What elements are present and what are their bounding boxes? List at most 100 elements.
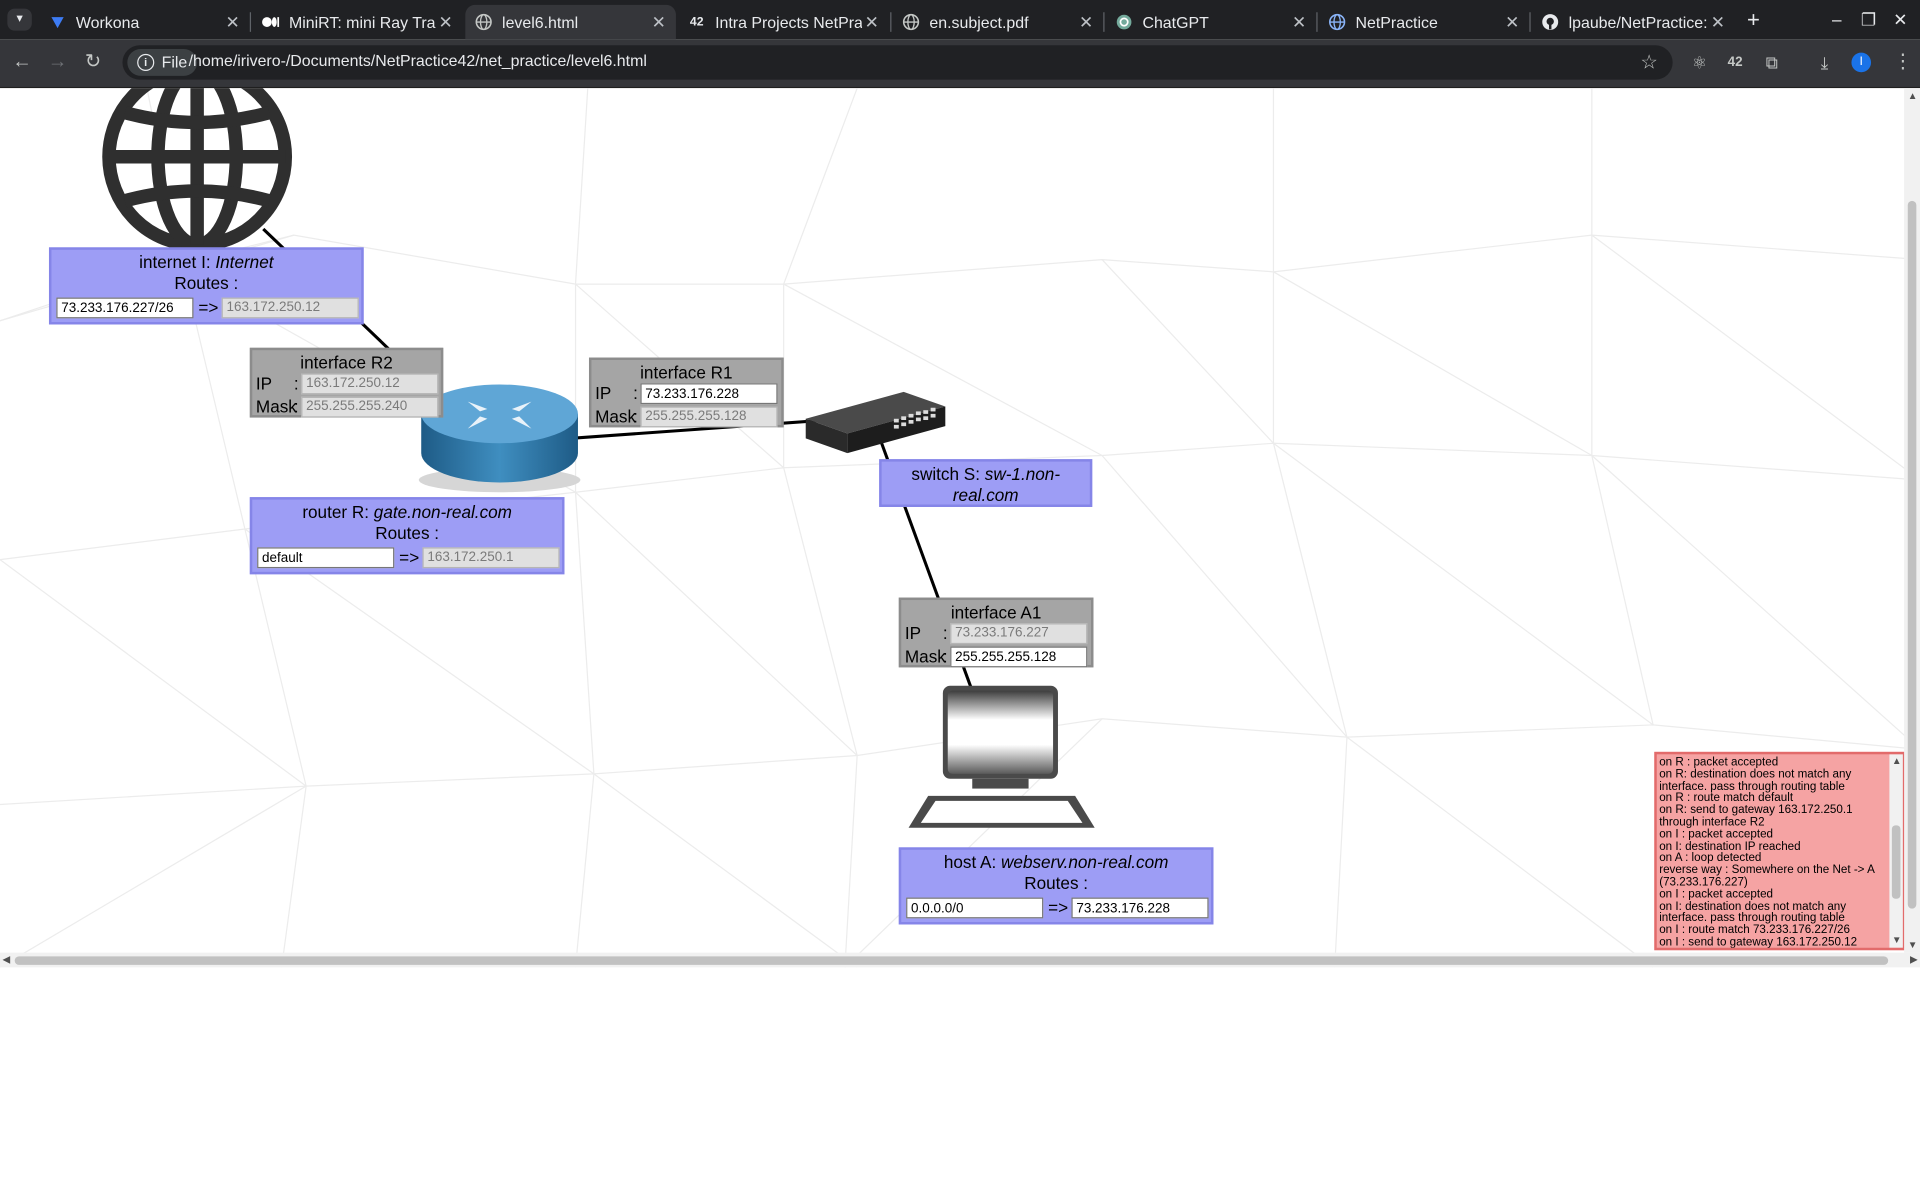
bookmark-star-icon[interactable]: ☆: [1640, 50, 1658, 74]
interface-a1-title: interface A1: [950, 602, 1042, 623]
tab-separator: [249, 12, 252, 32]
packet-log-panel[interactable]: on R : packet accepted on R: destination …: [1654, 751, 1906, 951]
host-route-destination-input[interactable]: [906, 897, 1044, 919]
close-icon[interactable]: ✕: [1289, 12, 1309, 33]
extension-42-icon[interactable]: 42: [1723, 50, 1747, 74]
router-route-destination-input[interactable]: [257, 547, 395, 569]
log-line: on R: send to gateway 163.172.250.1 thro…: [1659, 803, 1853, 829]
router-route-gateway-field: 163.172.250.1: [422, 547, 560, 569]
switch-title: switch S: sw-1.non-real.com: [882, 464, 1090, 506]
mask-label-row: Mask:: [255, 396, 299, 417]
ip-label: IP: [595, 383, 612, 403]
downloads-icon[interactable]: ⤓: [1812, 50, 1836, 74]
log-scroll-thumb[interactable]: [1891, 825, 1901, 899]
close-icon[interactable]: ✕: [862, 12, 882, 33]
tab-level6[interactable]: level6.html ✕: [465, 4, 676, 40]
host-title: host A: webserv.non-real.com: [901, 852, 1211, 873]
extensions-puzzle-icon[interactable]: ⧉: [1760, 50, 1784, 74]
internet-name: Internet: [215, 252, 274, 272]
tab-title: level6.html: [502, 12, 579, 32]
router-name: gate.non-real.com: [373, 502, 512, 522]
close-icon[interactable]: ✕: [1502, 12, 1522, 33]
close-icon[interactable]: ✕: [436, 12, 456, 33]
forward-button[interactable]: →: [44, 49, 71, 76]
interface-r1-ip-input[interactable]: [640, 383, 778, 405]
tab-chatgpt[interactable]: ChatGPT ✕: [1106, 5, 1317, 39]
interface-r1-panel: interface R1 IP: Mask: 255.255.255.128: [588, 357, 784, 428]
site-info-chip[interactable]: i File: [127, 48, 198, 76]
internet-routes-label: Routes :: [174, 273, 239, 293]
tab-minirt[interactable]: MiniRT: mini Ray Tracer ✕: [252, 5, 463, 39]
scroll-left-icon[interactable]: ◀: [2, 954, 10, 965]
switch-title-prefix: switch S:: [911, 464, 985, 484]
vertical-scroll-thumb[interactable]: [1907, 200, 1917, 909]
internet-title-prefix: internet I:: [139, 252, 216, 272]
ip-label: IP: [904, 623, 922, 643]
address-bar[interactable]: i File /home/irivero-/Documents/NetPract…: [122, 45, 1673, 80]
chevron-down-icon: ▾: [16, 12, 23, 26]
host-route-gateway-input[interactable]: [1071, 897, 1209, 919]
42-icon: 42: [689, 15, 704, 29]
log-scrollbar[interactable]: ▲ ▼: [1889, 754, 1903, 948]
medium-icon: [262, 13, 280, 30]
interface-r2-panel: interface R2 IP: 163.172.250.12 Mask: 25…: [249, 347, 444, 418]
close-icon[interactable]: ✕: [1708, 12, 1728, 33]
switch-icon: [805, 391, 946, 454]
mask-label: Mask: [904, 646, 946, 667]
tab-separator: [1103, 12, 1105, 32]
tab-title: Workona: [75, 12, 140, 32]
router-panel: router R: gate.non-real.com Routes : => …: [249, 497, 565, 575]
close-icon: ✕: [1893, 9, 1908, 30]
ip-label-row: IP:: [255, 373, 299, 394]
host-panel: host A: webserv.non-real.com Routes : =>: [898, 847, 1214, 925]
new-tab-button[interactable]: +: [1741, 7, 1765, 31]
log-line: on I : send to gateway 163.172.250.12 th…: [1659, 935, 1858, 949]
interface-r1-title: interface R1: [640, 362, 733, 383]
restore-button[interactable]: ❐: [1856, 7, 1880, 31]
packet-log-text: on R : packet accepted on R: destination …: [1659, 756, 1887, 949]
internet-route-destination-input[interactable]: [56, 297, 194, 319]
horizontal-scroll-thumb[interactable]: [14, 956, 1889, 965]
close-window-button[interactable]: ✕: [1888, 7, 1912, 31]
reload-button[interactable]: ↻: [80, 49, 107, 76]
plus-icon: +: [1747, 7, 1760, 32]
interface-r2-ip-field: 163.172.250.12: [301, 373, 439, 395]
mask-label-row: Mask:: [595, 406, 638, 427]
switch-panel: switch S: sw-1.non-real.com: [879, 459, 1093, 507]
scheme-label: File: [161, 52, 188, 72]
back-button[interactable]: ←: [9, 49, 36, 76]
arrow-left-icon: ←: [12, 51, 32, 73]
chatgpt-icon: [1116, 13, 1133, 30]
browser-toolbar: ← → ↻ i File /home/irivero-/Documents/Ne…: [0, 39, 1920, 89]
mask-label: Mask: [255, 396, 297, 417]
scroll-up-icon[interactable]: ▲: [1908, 91, 1918, 102]
tab-separator: [1316, 12, 1318, 32]
browser-menu-icon[interactable]: ⋮: [1893, 50, 1913, 74]
tab-subject-pdf[interactable]: en.subject.pdf ✕: [893, 5, 1104, 39]
interface-r1-mask-field: 255.255.255.128: [640, 406, 778, 428]
tab-workona[interactable]: Workona ✕: [39, 5, 250, 39]
tab-github-netpractice[interactable]: lpaube/NetPractice: ✕: [1532, 5, 1735, 39]
info-icon: i: [137, 53, 155, 72]
interface-a1-mask-input[interactable]: [950, 646, 1088, 668]
interface-a1-ip-field: 73.233.176.227: [950, 623, 1088, 645]
page-horizontal-scrollbar[interactable]: ◀ ▶: [0, 952, 1920, 968]
close-icon[interactable]: ✕: [649, 12, 669, 33]
close-icon[interactable]: ✕: [223, 12, 243, 33]
scroll-right-icon[interactable]: ▶: [1910, 954, 1918, 965]
url-text[interactable]: /home/irivero-/Documents/NetPractice42/n…: [189, 51, 647, 69]
scroll-down-icon[interactable]: ▼: [1892, 935, 1902, 947]
extension-react-icon[interactable]: ⚛: [1687, 50, 1711, 74]
scroll-down-icon[interactable]: ▼: [1908, 939, 1918, 950]
tab-netpractice[interactable]: NetPractice ✕: [1319, 5, 1530, 39]
close-icon[interactable]: ✕: [1076, 12, 1096, 33]
minimize-button[interactable]: –: [1825, 7, 1849, 31]
restore-icon: ❐: [1860, 9, 1877, 30]
workona-icon: [49, 13, 66, 30]
scroll-up-icon[interactable]: ▲: [1892, 756, 1902, 768]
mask-label-row: Mask:: [904, 646, 948, 667]
profile-avatar[interactable]: I: [1851, 52, 1872, 73]
page-vertical-scrollbar[interactable]: ▲ ▼: [1904, 88, 1920, 953]
tab-search-button[interactable]: ▾: [7, 8, 32, 31]
tab-intra-projects[interactable]: 42 Intra Projects NetPractice ✕: [678, 5, 889, 39]
